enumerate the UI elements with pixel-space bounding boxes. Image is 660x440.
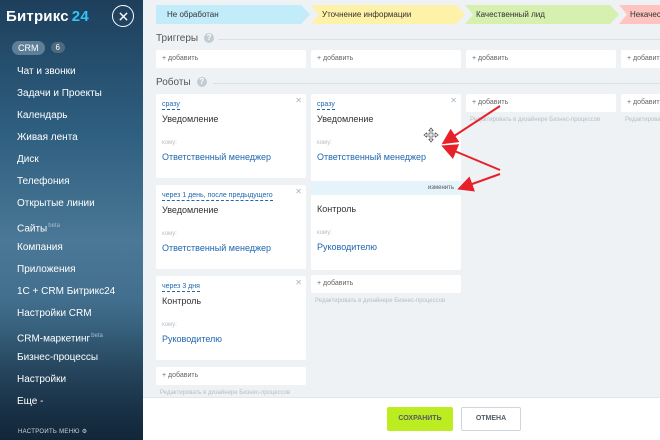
robot-delay-link[interactable]: через 1 день, после предыдущего [162, 191, 273, 201]
stage-clarification[interactable]: Уточнение информации [311, 5, 465, 24]
robot-title: Уведомление [162, 205, 219, 215]
divider [213, 83, 660, 84]
footer-bar: СОХРАНИТЬ ОТМЕНА [143, 397, 660, 440]
add-trigger-button[interactable]: + добавить [466, 50, 616, 68]
menu-item-feed[interactable]: Живая лента [0, 127, 143, 149]
add-trigger-button[interactable]: + добавить [156, 50, 306, 68]
menu-item-company[interactable]: Компания [0, 237, 143, 259]
add-robot-button[interactable]: + добавить [311, 275, 461, 293]
robot-card-group: ✕ сразу Уведомление кому: Ответственный … [311, 94, 461, 270]
close-menu-button[interactable] [112, 5, 134, 27]
close-icon[interactable]: ✕ [295, 187, 302, 196]
recipient-link[interactable]: Ответственный менеджер [162, 243, 271, 253]
cancel-button[interactable]: ОТМЕНА [461, 407, 521, 431]
recipient-link[interactable]: Ответственный менеджер [317, 152, 426, 162]
designer-hint-link[interactable]: Редактировать в дизайнере Бизнес-процесс… [315, 297, 455, 306]
menu-item-more[interactable]: Еще - [0, 391, 143, 413]
divider [218, 39, 660, 40]
menu-item-apps[interactable]: Приложения [0, 259, 143, 281]
beta-badge: beta [91, 333, 103, 339]
menu-item-sites[interactable]: Сайтыbeta [0, 215, 143, 237]
sidebar: Битрикс 24 CRM 6 Чат и звонки Задачи и Пр… [0, 0, 143, 440]
menu-item-tasks[interactable]: Задачи и Проекты [0, 83, 143, 105]
stage-quality-lead[interactable]: Качественный лид [465, 5, 619, 24]
change-robot-button[interactable]: изменить [311, 181, 461, 195]
configure-menu-link[interactable]: НАСТРОИТЬ МЕНЮ ⚙ [18, 428, 87, 435]
add-trigger-button[interactable]: + добавить [621, 50, 660, 68]
robot-delay-link[interactable]: через 3 дня [162, 282, 200, 292]
close-icon[interactable]: ✕ [450, 96, 457, 105]
crm-pill[interactable]: CRM [12, 40, 45, 55]
close-icon[interactable]: ✕ [295, 278, 302, 287]
stage-low-quality[interactable]: Некачест [619, 5, 660, 24]
main-menu: CRM 6 Чат и звонки Задачи и Проекты Кале… [0, 39, 143, 413]
robot-title: Контроль [162, 296, 202, 306]
menu-item-calendar[interactable]: Календарь [0, 105, 143, 127]
close-icon [118, 11, 128, 21]
robot-title: Уведомление [162, 114, 219, 124]
menu-item-crm-settings[interactable]: Настройки CRM [0, 303, 143, 325]
logo-row: Битрикс 24 [6, 5, 138, 28]
save-button[interactable]: СОХРАНИТЬ [387, 407, 453, 431]
help-icon[interactable]: ? [196, 77, 207, 88]
drag-move-icon[interactable] [423, 127, 439, 143]
robot-card[interactable]: ✕ сразу Уведомление кому: Ответственный … [156, 94, 306, 178]
robots-heading: Роботы? [156, 77, 207, 88]
menu-item-crm[interactable]: CRM 6 [0, 39, 143, 56]
triggers-heading: Триггеры? [156, 33, 215, 44]
recipient-link[interactable]: Ответственный менеджер [162, 152, 271, 162]
help-icon[interactable]: ? [204, 33, 215, 44]
add-robot-button[interactable]: + добавить [621, 94, 660, 112]
recipient-link[interactable]: Руководителю [162, 334, 222, 344]
robot-card[interactable]: ✕ через 3 дня Контроль кому: Руководител… [156, 276, 306, 360]
menu-item-telephony[interactable]: Телефония [0, 171, 143, 193]
recipient-label: кому: [162, 322, 177, 328]
robot-delay-link[interactable]: сразу [162, 100, 180, 110]
main-area: Не обработан Уточнение информации Качест… [143, 0, 660, 440]
menu-item-chat[interactable]: Чат и звонки [0, 61, 143, 83]
designer-hint-link[interactable]: Редактировать в дизайнере Бизнес-процесс… [625, 116, 660, 125]
close-icon[interactable]: ✕ [295, 96, 302, 105]
menu-item-crm-marketing[interactable]: CRM-маркетингbeta [0, 325, 143, 347]
designer-hint-link[interactable]: Редактировать в дизайнере Бизнес-процесс… [470, 116, 610, 125]
menu-item-bizproc[interactable]: Бизнес-процессы [0, 347, 143, 369]
gear-icon: ⚙ [81, 429, 88, 435]
add-robot-button[interactable]: + добавить [466, 94, 616, 112]
stage-bar: Не обработан Уточнение информации Качест… [156, 5, 660, 24]
recipient-label: кому: [162, 231, 177, 237]
menu-item-disk[interactable]: Диск [0, 149, 143, 171]
recipient-label: кому: [162, 140, 177, 146]
beta-badge: beta [48, 223, 60, 229]
logo[interactable]: Битрикс 24 [6, 8, 89, 25]
menu-item-1c[interactable]: 1С + CRM Битрикс24 [0, 281, 143, 303]
robot-card[interactable]: ✕ через 1 день, после предыдущего Уведом… [156, 185, 306, 269]
robot-delay-link[interactable]: сразу [317, 100, 335, 110]
recipient-link[interactable]: Руководителю [317, 242, 377, 252]
add-trigger-button[interactable]: + добавить [311, 50, 461, 68]
menu-item-settings[interactable]: Настройки [0, 369, 143, 391]
recipient-label: кому: [317, 140, 332, 146]
add-robot-button[interactable]: + добавить [156, 367, 306, 385]
menu-item-open-lines[interactable]: Открытые линии [0, 193, 143, 215]
stage-not-processed[interactable]: Не обработан [156, 5, 310, 24]
crm-counter-badge: 6 [50, 42, 65, 53]
annotation-arrow [457, 173, 501, 192]
robot-title: Уведомление [317, 114, 374, 124]
recipient-label: кому: [317, 230, 332, 236]
robot-title: Контроль [317, 204, 357, 214]
